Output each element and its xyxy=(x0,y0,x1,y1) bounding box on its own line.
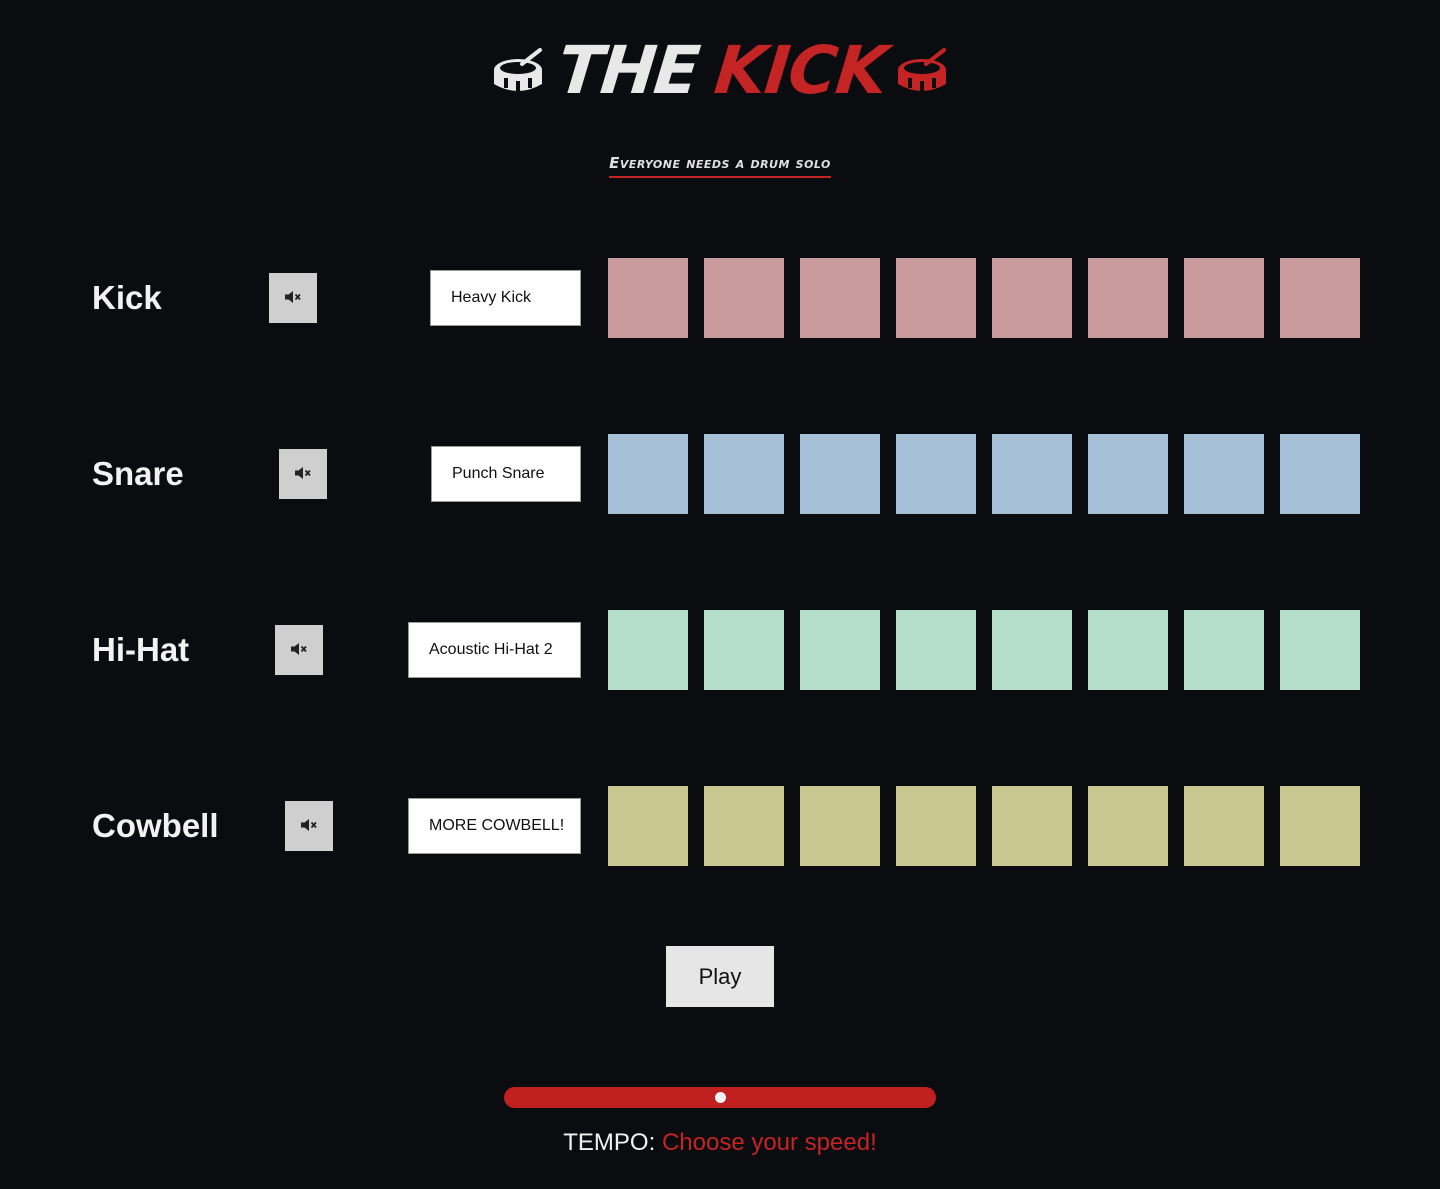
step-pad[interactable] xyxy=(1280,258,1360,338)
header: THE KICK Everyone needs a drum solo xyxy=(0,0,1440,200)
track-row-snare: Snare Punch Snare xyxy=(0,434,1440,514)
step-pad[interactable] xyxy=(992,786,1072,866)
step-pad[interactable] xyxy=(1184,610,1264,690)
sound-select[interactable]: MORE COWBELL! xyxy=(408,798,581,854)
step-pad[interactable] xyxy=(896,258,976,338)
mute-button[interactable] xyxy=(285,801,333,851)
track-label: Cowbell xyxy=(92,807,219,844)
step-pad[interactable] xyxy=(800,786,880,866)
step-pad[interactable] xyxy=(992,610,1072,690)
step-pad[interactable] xyxy=(608,258,688,338)
step-pad[interactable] xyxy=(704,434,784,514)
speaker-mute-icon xyxy=(300,818,318,835)
step-pad[interactable] xyxy=(704,610,784,690)
step-pad[interactable] xyxy=(1184,258,1264,338)
track-row-kick: Kick Heavy Kick xyxy=(0,258,1440,338)
track-label: Hi-Hat xyxy=(92,631,190,668)
mute-button[interactable] xyxy=(279,449,327,499)
pad-row xyxy=(608,610,1360,690)
step-pad[interactable] xyxy=(992,434,1072,514)
step-pad[interactable] xyxy=(800,434,880,514)
step-pad[interactable] xyxy=(1088,434,1168,514)
step-pad[interactable] xyxy=(1280,786,1360,866)
step-pad[interactable] xyxy=(896,610,976,690)
mute-button[interactable] xyxy=(269,273,317,323)
track-row-cowbell: Cowbell MORE COWBELL! xyxy=(0,786,1440,866)
step-pad[interactable] xyxy=(1280,610,1360,690)
step-pad[interactable] xyxy=(608,786,688,866)
pad-row xyxy=(608,434,1360,514)
subtitle: Everyone needs a drum solo xyxy=(0,154,1440,178)
speaker-mute-icon xyxy=(284,290,302,307)
mute-button[interactable] xyxy=(275,625,323,675)
tempo-label: TEMPO: xyxy=(563,1129,656,1156)
play-button[interactable]: Play xyxy=(666,946,774,1007)
sound-select[interactable]: Acoustic Hi-Hat 2 xyxy=(408,622,581,678)
pad-row xyxy=(608,258,1360,338)
track-label: Snare xyxy=(92,455,184,492)
step-pad[interactable] xyxy=(800,258,880,338)
step-pad[interactable] xyxy=(1088,610,1168,690)
sound-select[interactable]: Heavy Kick xyxy=(430,270,581,326)
title: THE KICK xyxy=(0,32,1440,109)
tempo-slider-thumb[interactable] xyxy=(714,1092,726,1103)
pad-row xyxy=(608,786,1360,866)
track-label: Kick xyxy=(92,279,162,316)
step-pad[interactable] xyxy=(1088,786,1168,866)
title-the: THE xyxy=(553,32,702,109)
drum-icon xyxy=(492,46,544,96)
step-pad[interactable] xyxy=(1088,258,1168,338)
step-pad[interactable] xyxy=(704,258,784,338)
step-pad[interactable] xyxy=(1184,786,1264,866)
subtitle-text: Everyone needs a drum solo xyxy=(609,154,831,178)
speaker-mute-icon xyxy=(294,466,312,483)
tempo-readout: TEMPO: Choose your speed! xyxy=(0,1127,1440,1159)
step-pad[interactable] xyxy=(896,434,976,514)
step-pad[interactable] xyxy=(608,610,688,690)
step-pad[interactable] xyxy=(704,786,784,866)
speaker-mute-icon xyxy=(290,642,308,659)
title-kick: KICK xyxy=(711,32,891,109)
tempo-slider[interactable] xyxy=(504,1087,936,1108)
track-row-hihat: Hi-Hat Acoustic Hi-Hat 2 xyxy=(0,610,1440,690)
tempo-hint: Choose your speed! xyxy=(661,1129,877,1156)
sound-select[interactable]: Punch Snare xyxy=(431,446,581,502)
step-pad[interactable] xyxy=(896,786,976,866)
step-pad[interactable] xyxy=(1280,434,1360,514)
step-pad[interactable] xyxy=(608,434,688,514)
step-pad[interactable] xyxy=(1184,434,1264,514)
drum-icon xyxy=(896,46,948,96)
step-pad[interactable] xyxy=(800,610,880,690)
step-pad[interactable] xyxy=(992,258,1072,338)
